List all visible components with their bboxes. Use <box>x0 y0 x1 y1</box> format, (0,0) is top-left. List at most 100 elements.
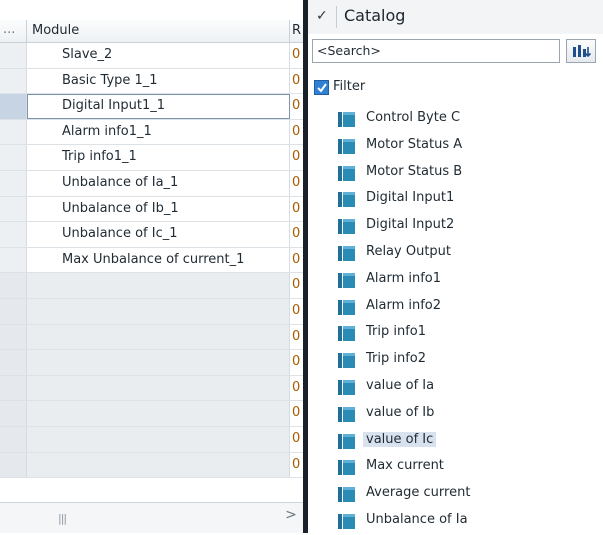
catalog-item[interactable]: Unbalance of Ia <box>308 508 603 535</box>
scrollbar-grip-icon[interactable]: ||| <box>58 512 67 525</box>
row-selector[interactable] <box>0 375 27 401</box>
r-cell[interactable]: 0 <box>290 325 303 350</box>
table-row[interactable]: 0 <box>0 298 303 325</box>
catalog-item[interactable]: Trip info2 <box>308 347 603 374</box>
module-cell[interactable]: Trip info1_1 <box>27 145 290 170</box>
r-cell[interactable]: 0 <box>290 94 303 119</box>
filter-label: Filter <box>333 79 366 94</box>
row-selector[interactable] <box>0 196 27 222</box>
catalog-search-button[interactable] <box>566 39 596 63</box>
row-selector[interactable] <box>0 68 27 94</box>
module-cell[interactable] <box>27 273 290 298</box>
row-selector[interactable] <box>0 170 27 196</box>
table-row[interactable]: Unbalance of Ic_1 0 <box>0 222 303 248</box>
table-row[interactable]: Basic Type 1_1 0 <box>0 68 303 95</box>
module-cell[interactable] <box>27 298 290 324</box>
r-cell[interactable]: 0 <box>290 145 303 170</box>
table-row[interactable]: 0 <box>0 350 303 376</box>
catalog-item-label: Max current <box>366 458 444 474</box>
r-cell[interactable]: 0 <box>290 453 303 478</box>
module-cell[interactable] <box>27 401 290 426</box>
catalog-item[interactable]: value of Ic <box>308 428 603 455</box>
catalog-item[interactable]: Motor Status B <box>308 160 603 187</box>
table-row[interactable]: Alarm info1_1 0 <box>0 119 303 146</box>
table-row[interactable]: 0 <box>0 426 303 453</box>
r-cell[interactable]: 0 <box>290 427 303 452</box>
chevron-down-icon[interactable]: ✓ <box>316 8 328 24</box>
scroll-right-arrow-icon[interactable]: > <box>281 507 301 527</box>
r-cell[interactable]: 0 <box>290 273 303 298</box>
row-selector[interactable] <box>0 324 27 350</box>
row-selector[interactable] <box>0 43 27 68</box>
catalog-item[interactable]: Alarm info2 <box>308 294 603 321</box>
search-catalog-icon <box>573 45 592 58</box>
module-cell[interactable]: Slave_2 <box>27 43 290 68</box>
table-row[interactable]: Unbalance of Ib_1 0 <box>0 196 303 223</box>
r-cell[interactable]: 0 <box>290 171 303 196</box>
r-cell[interactable]: 0 <box>290 401 303 426</box>
module-cell[interactable]: Digital Input1_1 <box>27 94 290 119</box>
module-cell[interactable] <box>27 452 290 478</box>
table-row[interactable]: 0 <box>0 273 303 299</box>
row-selector[interactable] <box>0 119 27 145</box>
catalog-item[interactable]: Trip info1 <box>308 320 603 347</box>
filter-checkbox[interactable] <box>314 80 329 95</box>
module-cell[interactable]: Alarm info1_1 <box>27 119 290 145</box>
catalog-item[interactable]: value of Ia <box>308 374 603 401</box>
row-selector[interactable] <box>0 94 27 119</box>
module-cell[interactable] <box>27 426 290 452</box>
row-selector[interactable] <box>0 426 27 452</box>
catalog-search-input[interactable]: <Search> <box>312 39 560 63</box>
row-selector[interactable] <box>0 350 27 375</box>
row-selector[interactable] <box>0 298 27 324</box>
row-selector[interactable] <box>0 401 27 426</box>
table-row[interactable]: 0 <box>0 452 303 479</box>
module-cell[interactable]: Max Unbalance of current_1 <box>27 247 290 273</box>
catalog-item[interactable]: Control Byte C <box>308 106 603 133</box>
column-header-r[interactable]: R <box>290 20 303 42</box>
r-cell[interactable]: 0 <box>290 248 303 273</box>
r-cell[interactable]: 0 <box>290 350 303 375</box>
module-cell[interactable]: Unbalance of Ia_1 <box>27 170 290 196</box>
module-cell[interactable]: Unbalance of Ib_1 <box>27 196 290 222</box>
module-cell[interactable]: Unbalance of Ic_1 <box>27 222 290 247</box>
row-selector[interactable] <box>0 273 27 298</box>
row-selector[interactable] <box>0 145 27 170</box>
table-row[interactable]: 0 <box>0 401 303 427</box>
column-header-ellipsis[interactable]: ... <box>0 20 27 42</box>
catalog-item[interactable]: Alarm info1 <box>308 267 603 294</box>
catalog-item[interactable]: Average current <box>308 481 603 508</box>
catalog-item[interactable]: Motor Status A <box>308 133 603 160</box>
table-header: ... Module R <box>0 20 303 43</box>
row-selector[interactable] <box>0 452 27 478</box>
table-row[interactable]: Digital Input1_1 0 <box>0 94 303 120</box>
r-cell[interactable]: 0 <box>290 43 303 68</box>
row-selector[interactable] <box>0 222 27 247</box>
r-cell[interactable]: 0 <box>290 69 303 94</box>
table-row[interactable]: Max Unbalance of current_1 0 <box>0 247 303 274</box>
catalog-item[interactable]: Max current <box>308 454 603 481</box>
column-header-module[interactable]: Module <box>27 20 290 42</box>
table-row[interactable]: Slave_2 0 <box>0 43 303 69</box>
checkmark-icon <box>317 83 327 93</box>
module-cell[interactable]: Basic Type 1_1 <box>27 68 290 94</box>
r-cell[interactable]: 0 <box>290 299 303 324</box>
module-cell[interactable] <box>27 350 290 375</box>
catalog-item[interactable]: Relay Output <box>308 240 603 267</box>
table-row[interactable]: 0 <box>0 375 303 402</box>
catalog-item[interactable]: Digital Input1 <box>308 186 603 213</box>
r-cell[interactable]: 0 <box>290 376 303 401</box>
module-cell[interactable] <box>27 375 290 401</box>
r-cell[interactable]: 0 <box>290 197 303 222</box>
horizontal-scrollbar[interactable]: ||| > <box>0 502 303 533</box>
catalog-item[interactable]: Digital Input2 <box>308 213 603 240</box>
r-cell[interactable]: 0 <box>290 120 303 145</box>
catalog-item[interactable]: value of Ib <box>308 401 603 428</box>
row-selector[interactable] <box>0 247 27 273</box>
module-cell[interactable] <box>27 324 290 350</box>
module-icon <box>338 487 355 503</box>
table-row[interactable]: 0 <box>0 324 303 351</box>
table-row[interactable]: Unbalance of Ia_1 0 <box>0 170 303 197</box>
table-row[interactable]: Trip info1_1 0 <box>0 145 303 171</box>
r-cell[interactable]: 0 <box>290 222 303 247</box>
